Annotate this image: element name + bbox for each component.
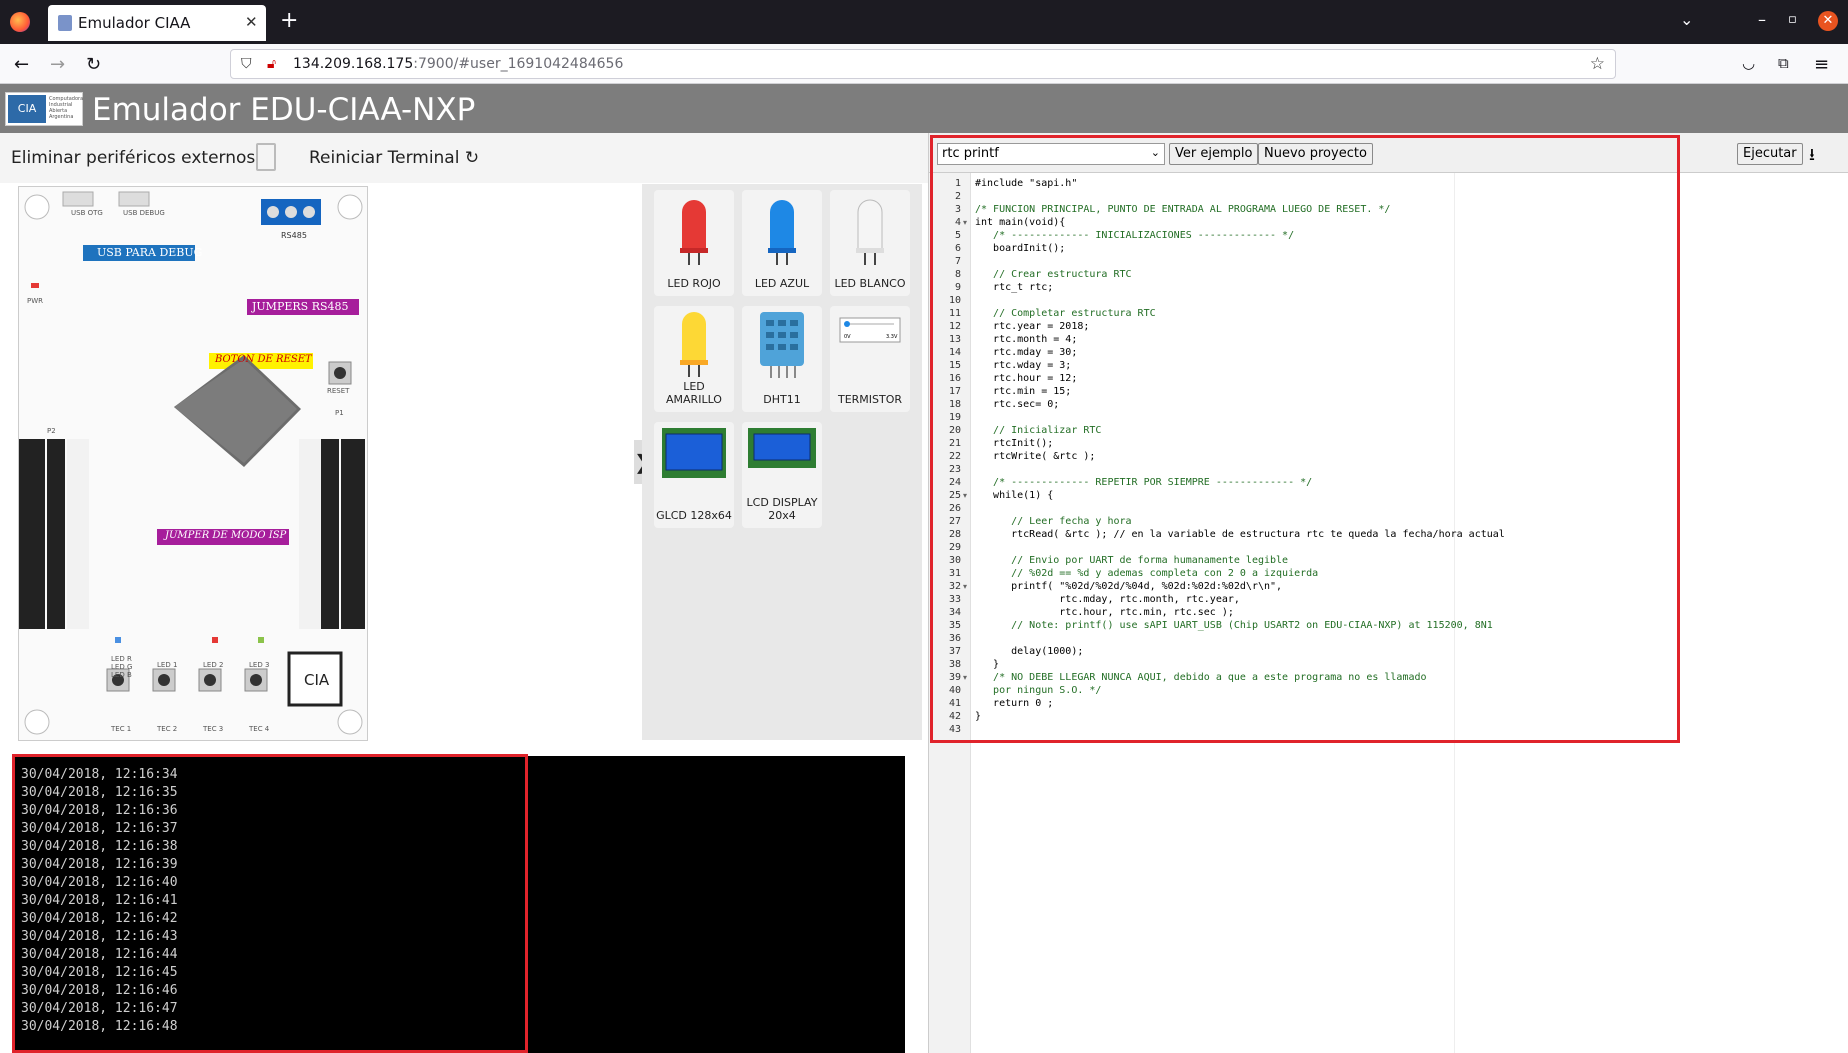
peripheral-label: LED ROJO <box>667 277 721 290</box>
p1-label: P1 <box>335 409 344 417</box>
new-tab-icon[interactable]: + <box>280 8 298 33</box>
tab-title: Emulador CIAA <box>78 14 191 32</box>
led-yellow-icon <box>680 312 708 377</box>
p2-label: P2 <box>47 427 56 435</box>
usb-para-debug-label: USB PARA DEBUG <box>97 246 203 259</box>
boton-reset-label: BOTON DE RESET <box>215 354 312 365</box>
board-toolbar: Eliminar periféricos externos Reiniciar … <box>0 133 928 183</box>
ejecutar-button[interactable]: Ejecutar <box>1737 143 1803 165</box>
insecure-lock-icon[interactable]: 🔓︎ <box>267 56 276 72</box>
peripherals-panel: LED ROJO LED AZUL LED BLANCO LED AMARILL… <box>642 184 922 740</box>
edu-ciaa-board: USB OTG USB DEBUG RS485 USB PARA DEBUG J… <box>18 186 368 741</box>
browser-tab-bar: Emulador CIAA ✕ + ⌄ – ▫ ✕ <box>0 0 1848 44</box>
jumper-isp-label: JUMPER DE MODO ISP <box>165 530 287 541</box>
reload-icon[interactable]: ↻ <box>86 54 101 75</box>
navigation-bar: ← → ↻ ⛉ 🔓︎ 134.209.168.175:7900/#user_16… <box>0 44 1848 84</box>
reset-label: RESET <box>327 387 350 395</box>
peripheral-label: GLCD 128x64 <box>656 509 732 522</box>
logo-caption: Computadora Industrial Abierta Argentina <box>49 96 84 120</box>
peripheral-label: TERMISTOR <box>837 393 903 406</box>
glcd-peripheral[interactable]: GLCD 128x64 <box>654 422 734 528</box>
bookmark-star-icon[interactable]: ☆ <box>1590 54 1605 74</box>
led-blanco-peripheral[interactable]: LED BLANCO <box>830 190 910 296</box>
jumpers-rs485-label: JUMPERS RS485 <box>252 300 349 313</box>
tracking-shield-icon[interactable]: ⛉ <box>241 56 252 72</box>
usb-otg-label: USB OTG <box>71 209 103 217</box>
led-blue-icon <box>768 200 796 265</box>
trash-icon[interactable] <box>256 143 276 171</box>
edu-ciaa-logo: CIA <box>304 671 330 689</box>
peripheral-label: LED BLANCO <box>834 277 906 290</box>
led-amarillo-peripheral[interactable]: LED AMARILLO <box>654 306 734 412</box>
lcd-icon <box>748 428 816 468</box>
forward-icon[interactable]: → <box>50 54 65 75</box>
lcd-display-peripheral[interactable]: LCD DISPLAY 20x4 <box>742 422 822 528</box>
list-tabs-icon[interactable]: ⌄ <box>1680 10 1693 29</box>
dht11-peripheral[interactable]: DHT11 <box>742 306 822 412</box>
led3-label: LED 3 <box>249 661 270 669</box>
led-red-icon <box>680 200 708 265</box>
peripheral-label: DHT11 <box>763 393 801 406</box>
tab-favicon-icon <box>58 15 72 31</box>
peripheral-label: LCD DISPLAY 20x4 <box>746 496 818 522</box>
svg-text:0V: 0V <box>844 334 851 340</box>
highlight-editor <box>930 135 1680 743</box>
logo-mark: CIA <box>8 95 46 123</box>
ciaa-logo: CIA Computadora Industrial Abierta Argentin… <box>5 92 83 126</box>
highlight-terminal <box>12 754 528 1053</box>
tec2-button[interactable]: TEC 2 <box>157 725 177 733</box>
restart-terminal-button[interactable]: Reiniciar Terminal ↻ <box>309 148 479 168</box>
led1-label: LED 1 <box>157 661 178 669</box>
dht11-icon <box>760 312 804 378</box>
led-azul-peripheral[interactable]: LED AZUL <box>742 190 822 296</box>
firefox-icon[interactable] <box>10 12 30 32</box>
browser-tab[interactable]: Emulador CIAA ✕ <box>48 5 266 41</box>
maximize-icon[interactable]: ▫ <box>1788 12 1797 27</box>
led-rojo-peripheral[interactable]: LED ROJO <box>654 190 734 296</box>
url-bar[interactable]: ⛉ 🔓︎ 134.209.168.175:7900/#user_16910424… <box>230 49 1616 79</box>
tec4-button[interactable]: TEC 4 <box>249 725 269 733</box>
thermistor-slider-icon: 0V 3.3V <box>839 317 901 343</box>
rs485-label: RS485 <box>281 231 307 240</box>
usb-debug-label: USB DEBUG <box>123 209 165 217</box>
led2-label: LED 2 <box>203 661 224 669</box>
peripheral-label: LED AZUL <box>754 277 810 290</box>
url-text[interactable]: 134.209.168.175:7900/#user_1691042484656 <box>293 56 623 72</box>
peripheral-label: LED AMARILLO <box>666 380 722 406</box>
termistor-peripheral[interactable]: 0V 3.3V TERMISTOR <box>830 306 910 412</box>
glcd-icon <box>662 428 726 478</box>
pwr-label: PWR <box>27 297 44 305</box>
extensions-icon[interactable]: ⧉ <box>1778 54 1789 72</box>
board-drawing <box>19 191 365 735</box>
tec1-button[interactable]: TEC 1 <box>111 725 131 733</box>
led-rgb-label: LED R LED G LED B <box>111 655 133 679</box>
tab-close-icon[interactable]: ✕ <box>245 13 258 31</box>
app-header: CIA Computadora Industrial Abierta Argentin… <box>0 84 1848 133</box>
back-icon[interactable]: ← <box>14 54 29 75</box>
pocket-icon[interactable]: ◡ <box>1742 54 1755 72</box>
menu-icon[interactable]: ≡ <box>1814 54 1829 75</box>
led-white-icon <box>856 199 884 265</box>
app-title: Emulador EDU-CIAA-NXP <box>92 92 476 128</box>
svg-text:3.3V: 3.3V <box>886 334 898 340</box>
download-icon[interactable]: ⭳ <box>1809 142 1815 171</box>
remove-peripherals-button[interactable]: Eliminar periféricos externos <box>11 148 255 168</box>
window-close-icon[interactable]: ✕ <box>1818 11 1838 31</box>
tec3-button[interactable]: TEC 3 <box>203 725 223 733</box>
minimize-icon[interactable]: – <box>1758 10 1766 29</box>
